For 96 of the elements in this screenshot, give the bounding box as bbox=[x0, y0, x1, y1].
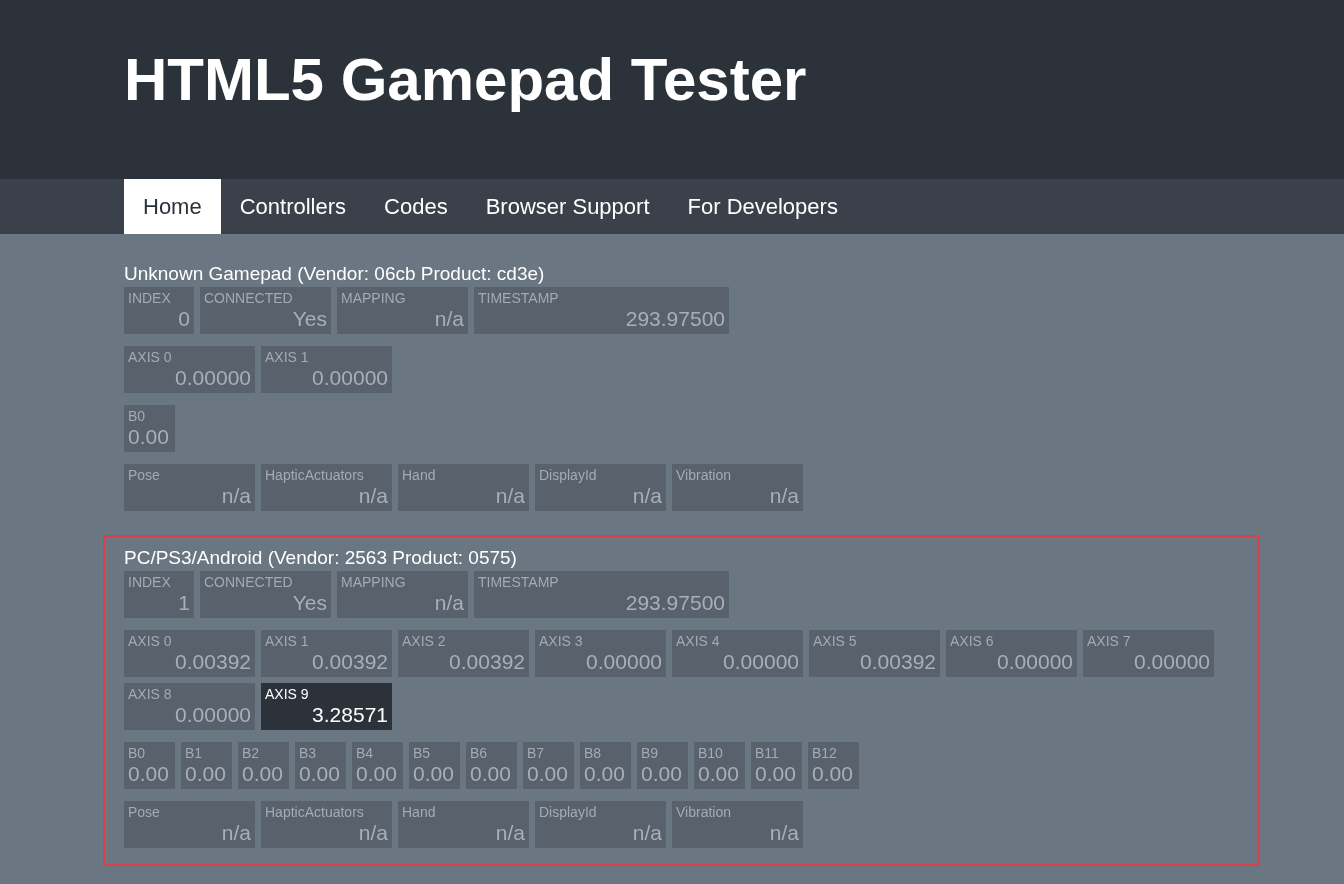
tile-value: n/a bbox=[769, 821, 799, 845]
tile-value: n/a bbox=[358, 484, 388, 508]
tile-label: B3 bbox=[299, 744, 317, 762]
tile-value: 0.00392 bbox=[175, 650, 251, 674]
tile-value: n/a bbox=[221, 821, 251, 845]
tile-label: MAPPING bbox=[341, 573, 406, 591]
tile-label: HapticActuators bbox=[265, 466, 364, 484]
tile-value: 0.00 bbox=[584, 762, 625, 786]
tile-label: B0 bbox=[128, 744, 146, 762]
tile-value: 293.97500 bbox=[625, 307, 725, 331]
tile-value: 0.00 bbox=[755, 762, 796, 786]
tile-label: INDEX bbox=[128, 573, 171, 591]
tile-value: n/a bbox=[495, 821, 525, 845]
tile-value: n/a bbox=[769, 484, 799, 508]
tile-value: n/a bbox=[358, 821, 388, 845]
tile-value: Yes bbox=[292, 591, 327, 615]
tile-value: 0.00000 bbox=[586, 650, 662, 674]
nav-tab[interactable]: Browser Support bbox=[466, 179, 669, 234]
tile-value: 293.97500 bbox=[625, 591, 725, 615]
tile-value: 0.00 bbox=[698, 762, 739, 786]
tile-value: 0.00000 bbox=[1134, 650, 1210, 674]
tile-label: Hand bbox=[402, 803, 436, 821]
tile-label: Vibration bbox=[676, 466, 731, 484]
tile-label: CONNECTED bbox=[204, 573, 293, 591]
tile-label: TIMESTAMP bbox=[478, 289, 559, 307]
nav-tab[interactable]: For Developers bbox=[668, 179, 857, 234]
tile-value: 0.00 bbox=[185, 762, 226, 786]
tile-value: 0.00 bbox=[812, 762, 853, 786]
tile-label: B8 bbox=[584, 744, 602, 762]
tile-label: MAPPING bbox=[341, 289, 406, 307]
tile-value: n/a bbox=[495, 484, 525, 508]
tile-label: Vibration bbox=[676, 803, 731, 821]
tile-label: B4 bbox=[356, 744, 374, 762]
tile-value: 0.00392 bbox=[449, 650, 525, 674]
tile-value: 0.00000 bbox=[175, 366, 251, 390]
tile-value: 1 bbox=[178, 591, 190, 615]
tile-value: 0.00 bbox=[128, 425, 169, 449]
tile-label: AXIS 0 bbox=[128, 632, 172, 650]
gamepad-title: Unknown Gamepad (Vendor: 06cb Product: cd3e) bbox=[124, 263, 545, 285]
gamepad-title: PC/PS3/Android (Vendor: 2563 Product: 0575) bbox=[124, 547, 517, 569]
tile-label: B7 bbox=[527, 744, 545, 762]
tile-value: 0.00000 bbox=[723, 650, 799, 674]
tile-label: HapticActuators bbox=[265, 803, 364, 821]
tile-label: B2 bbox=[242, 744, 260, 762]
tile-label: TIMESTAMP bbox=[478, 573, 559, 591]
tile-value: n/a bbox=[434, 307, 464, 331]
tile-label: B0 bbox=[128, 407, 146, 425]
tile-value: 0.00392 bbox=[312, 650, 388, 674]
tile-label: Pose bbox=[128, 803, 160, 821]
tile-label: DisplayId bbox=[539, 466, 597, 484]
tile-value: n/a bbox=[221, 484, 251, 508]
tile-label: AXIS 8 bbox=[128, 685, 172, 703]
tile-label: B12 bbox=[812, 744, 837, 762]
tile-label: B11 bbox=[755, 744, 779, 762]
tile-value: 0.00 bbox=[413, 762, 454, 786]
tile-value: 0 bbox=[178, 307, 190, 331]
tile-value: 0.00 bbox=[470, 762, 511, 786]
tile-value: n/a bbox=[632, 821, 662, 845]
tile-value: 0.00 bbox=[128, 762, 169, 786]
tile-label: AXIS 7 bbox=[1087, 632, 1131, 650]
tile-value: 0.00 bbox=[299, 762, 340, 786]
tile-value: 0.00 bbox=[527, 762, 568, 786]
tile-label: Hand bbox=[402, 466, 436, 484]
tile-value: 0.00392 bbox=[860, 650, 936, 674]
tile-value: 3.28571 bbox=[312, 703, 388, 727]
tile-value: Yes bbox=[292, 307, 327, 331]
tile-value: n/a bbox=[632, 484, 662, 508]
tile-value: 0.00 bbox=[356, 762, 397, 786]
nav-tab[interactable]: Home bbox=[124, 179, 221, 234]
tile-label: B9 bbox=[641, 744, 659, 762]
tile-label: CONNECTED bbox=[204, 289, 293, 307]
site-title: HTML5 Gamepad Tester bbox=[124, 45, 807, 115]
tile-label: AXIS 9 bbox=[265, 685, 309, 703]
tile-value: n/a bbox=[434, 591, 464, 615]
tile-label: AXIS 4 bbox=[676, 632, 720, 650]
tile-label: INDEX bbox=[128, 289, 171, 307]
tile-value: 0.00000 bbox=[997, 650, 1073, 674]
tile-value: 0.00 bbox=[242, 762, 283, 786]
tile-label: AXIS 6 bbox=[950, 632, 994, 650]
tile-label: B6 bbox=[470, 744, 488, 762]
tile-label: DisplayId bbox=[539, 803, 597, 821]
tile-label: AXIS 3 bbox=[539, 632, 583, 650]
tile-value: 0.00 bbox=[641, 762, 682, 786]
tile-label: AXIS 5 bbox=[813, 632, 857, 650]
tile-label: Pose bbox=[128, 466, 160, 484]
tile-label: AXIS 1 bbox=[265, 632, 309, 650]
tile-label: B5 bbox=[413, 744, 431, 762]
tile-label: B1 bbox=[185, 744, 203, 762]
tile-value: 0.00000 bbox=[175, 703, 251, 727]
tile-label: AXIS 1 bbox=[265, 348, 309, 366]
tile-label: B10 bbox=[698, 744, 723, 762]
tile-label: AXIS 2 bbox=[402, 632, 446, 650]
nav-tab[interactable]: Controllers bbox=[220, 179, 366, 234]
nav-tab[interactable]: Codes bbox=[365, 179, 467, 234]
tile-value: 0.00000 bbox=[312, 366, 388, 390]
tile-label: AXIS 0 bbox=[128, 348, 172, 366]
